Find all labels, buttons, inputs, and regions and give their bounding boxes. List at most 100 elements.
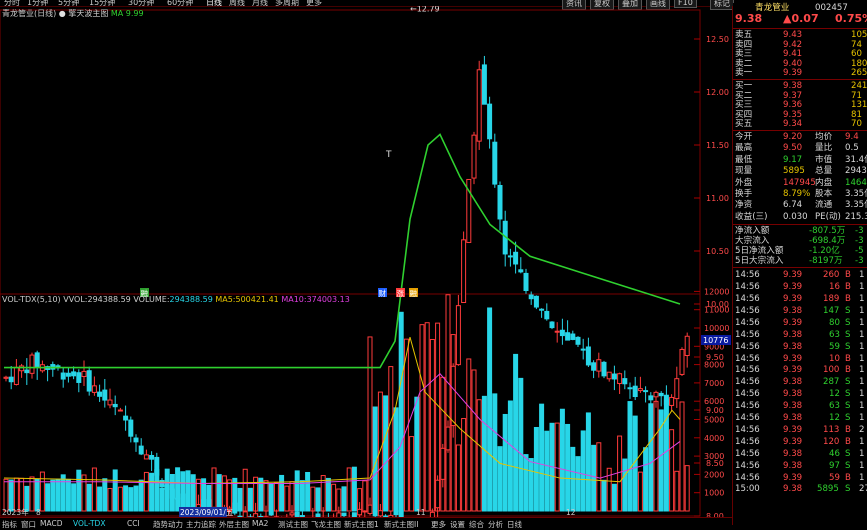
candle [154, 452, 160, 477]
tick-side: S [845, 413, 851, 423]
ask-volume: 180 [851, 58, 867, 69]
x-axis-label: 12 [566, 508, 576, 517]
price-change: ▲0.07 [783, 12, 819, 25]
candle [632, 376, 638, 401]
indicator-tab[interactable]: MA2 [252, 519, 268, 528]
event-badge[interactable]: 融 [409, 288, 418, 298]
bid-price: 9.38 [783, 81, 803, 91]
tick-count: 1 [859, 389, 865, 400]
svg-text:2023年: 2023年 [2, 507, 29, 517]
price-tick-label: 10.50 [706, 247, 729, 256]
tick-volume: 63 [829, 401, 840, 412]
ask-volume: 74 [851, 39, 862, 50]
fund-flow-row: 净流入额 -807.5万 -3 [733, 226, 867, 236]
candle [117, 407, 123, 412]
svg-text:12: 12 [566, 508, 576, 517]
separator [733, 267, 867, 269]
candle [606, 371, 612, 382]
volume-bar [518, 377, 524, 512]
volume-bar [91, 467, 97, 512]
volume-bar [71, 483, 77, 512]
volume-tick-label: 11000 [704, 306, 729, 315]
volume-bar [237, 487, 243, 512]
indicator-tab[interactable]: CCI [127, 519, 140, 528]
volume-tick-label: 5000 [704, 416, 724, 425]
x-axis-label: 8 [36, 508, 41, 517]
volume-bar [684, 465, 690, 512]
ma5-value: 500421.41 [235, 295, 279, 304]
tick-price: 9.39 [783, 270, 803, 281]
tick-price: 9.38 [783, 341, 803, 352]
volume-bar [346, 467, 352, 512]
tick-side: B [845, 353, 851, 364]
candle [461, 231, 467, 304]
tick-volume: 120 [823, 436, 840, 447]
volume-bar [86, 483, 92, 512]
stat-value: 0.5 [845, 143, 859, 154]
quote-panel: 青龙管业0024579.38▲0.070.75%卖五9.43105卖四9.427… [732, 3, 867, 525]
volume-tick-label: 1000 [704, 489, 724, 498]
indicator-tab[interactable]: MACD [40, 519, 62, 528]
tick-time: 14:56 [735, 317, 760, 328]
volume-bar [138, 479, 144, 512]
ask-label: 卖五 [735, 30, 753, 40]
candle [622, 370, 628, 390]
volume-bar [367, 336, 373, 512]
bid-price: 9.34 [783, 119, 803, 130]
tick-row: 14:56 9.39 260 B 1 [733, 270, 867, 280]
tick-count: 1 [859, 413, 865, 423]
tick-side: S [845, 448, 851, 459]
volume-bar [284, 485, 290, 512]
event-badge[interactable]: 财 [378, 288, 387, 298]
tick-row: 14:56 9.38 46 S 1 [733, 449, 867, 459]
volume-bar [497, 446, 503, 512]
event-badge[interactable]: 涨 [396, 288, 405, 298]
ma-label: MA [110, 9, 124, 18]
volume-bar [102, 478, 108, 512]
volume-tick-label: 12000 [704, 287, 729, 296]
volume-bar [544, 430, 550, 512]
stat-row: 外盘 147945内盘 14644 [733, 178, 867, 188]
candle [518, 257, 524, 274]
tick-side: B [845, 365, 851, 376]
candle [497, 181, 503, 231]
stat-value: 0.030 [783, 211, 808, 222]
candle [50, 361, 56, 377]
candle [76, 369, 82, 393]
indicator-tab[interactable]: VOL-TDX [73, 519, 105, 528]
tick-price: 9.38 [783, 484, 803, 495]
tick-count: 1 [859, 436, 865, 447]
ask-price: 9.39 [783, 68, 803, 79]
volume-bar [502, 413, 508, 512]
kline-chart[interactable]: 12.5012.0011.5011.0010.5010.009.509.008.… [0, 6, 732, 526]
high-price-label: ←12.79 [410, 6, 440, 13]
svg-text:融: 融 [410, 288, 418, 298]
ask-volume: 60 [851, 49, 862, 60]
x-axis-label: 11 [416, 508, 426, 517]
stat-row: 最低 9.17 市值 31.4亿 [733, 155, 867, 165]
flow-value: -807.5万 [809, 226, 846, 237]
volume-bar [377, 391, 383, 512]
volume-value: 294388.59 [169, 295, 213, 304]
stat-value: 14644 [845, 177, 867, 188]
main-indicator-name[interactable]: 擎天波主图 [68, 9, 108, 18]
tick-count: 1 [859, 294, 865, 304]
bid-level: 买四 9.35 81 [733, 110, 867, 120]
ma5-label: MA5: [215, 295, 236, 304]
bid-volume: 131 [851, 100, 867, 111]
volume-bar [273, 482, 279, 512]
volume-bar [388, 366, 394, 512]
ask-level: 卖五 9.43 105 [733, 30, 867, 40]
candle [637, 376, 643, 393]
volume-cursor-marker: 10776 [701, 335, 731, 345]
candle [232, 502, 238, 516]
volume-bar [492, 393, 498, 512]
tick-count: 1 [859, 282, 865, 293]
volume-bar [143, 471, 149, 512]
volume-bar [674, 470, 680, 512]
volume-bar [351, 466, 357, 512]
vol-indicator-name[interactable]: VOL-TDX(5,10) [2, 295, 61, 304]
tick-price: 9.39 [783, 294, 803, 304]
bid-volume: 71 [851, 90, 862, 101]
volume-bar [112, 469, 118, 512]
